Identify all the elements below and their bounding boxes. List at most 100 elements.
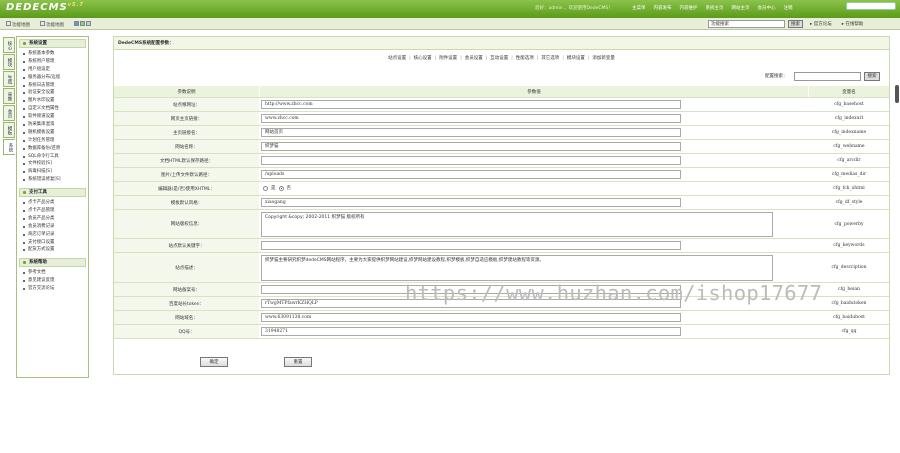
menu-item[interactable]: 软件频道设置 (17, 113, 88, 121)
top-right-box (846, 2, 896, 10)
param-label: 百度站长token： (114, 297, 259, 310)
config-textarea[interactable]: 织梦猫主要研究织梦dedeCMS网站程序，主要为大家提供织梦网站建设,织梦网站建… (261, 255, 773, 281)
function-search-button[interactable]: 搜索 (788, 20, 803, 28)
tab-collect[interactable]: 采集 (3, 88, 15, 104)
menu-group-pay[interactable]: 支付工具 (19, 188, 86, 198)
nav-maintain[interactable]: 内容维护 (680, 5, 698, 11)
nav-logout[interactable]: 注销 (784, 5, 793, 11)
function-search-input[interactable]: 功能搜索 (708, 20, 785, 28)
config-tab[interactable]: 核心设置 (414, 56, 432, 61)
config-search-button[interactable]: 搜索 (864, 72, 880, 81)
tab-system[interactable]: 系统 (3, 139, 15, 155)
radio-yes-label: 是 (271, 186, 276, 191)
config-input[interactable]: /uploads (261, 170, 681, 179)
config-input[interactable]: 织梦猫 (261, 142, 681, 151)
config-input[interactable]: rTwgMTPfawrKZHQLP (261, 299, 681, 308)
menu-item[interactable]: 病毒扫描[S] (17, 168, 88, 176)
tab-module[interactable]: 模块 (3, 54, 15, 70)
menu-item[interactable]: 系统基本参数 (17, 50, 88, 58)
menu-item[interactable]: 系统用户管理 (17, 58, 88, 66)
config-input[interactable] (261, 285, 681, 294)
menu-item[interactable]: 系统日志管理 (17, 82, 88, 90)
tab-core[interactable]: 核心 (3, 37, 15, 53)
menu-item[interactable]: 服务器分布/远程 (17, 74, 88, 82)
menu-item[interactable]: 配货方式设置 (17, 246, 88, 254)
menu-item[interactable]: 图片水印设置 (17, 97, 88, 105)
config-input[interactable] (261, 156, 681, 165)
var-name: cfg_keywords (833, 243, 865, 248)
config-input[interactable]: 网站首页 (261, 128, 681, 137)
nav-publish[interactable]: 内容发布 (654, 5, 672, 11)
menu-item[interactable]: 会员产品分类 (17, 215, 88, 223)
menu-item[interactable]: 计划任务管理 (17, 137, 88, 145)
color-swatches[interactable] (74, 21, 92, 28)
menu-item[interactable]: 防采集串混淆 (17, 121, 88, 129)
radio-yes[interactable] (263, 185, 268, 191)
var-name: cfg_indexurl (834, 116, 864, 121)
config-tab[interactable]: 会员设置 (465, 56, 483, 61)
config-input[interactable] (261, 241, 681, 250)
tab-template[interactable]: 模板 (3, 122, 15, 138)
menu-item[interactable]: 支付接口设置 (17, 239, 88, 247)
help-link[interactable]: ▸ 在线帮助 (842, 21, 864, 27)
config-input[interactable]: xiaogang (261, 198, 681, 207)
radio-no[interactable] (278, 185, 284, 191)
menu-group-help[interactable]: 系统帮助 (19, 258, 86, 268)
var-name: cfg_description (831, 265, 867, 270)
menu-item[interactable]: 官方交流论坛 (17, 285, 88, 293)
config-tab[interactable]: 添加新变量 (592, 56, 615, 61)
config-textarea[interactable]: Copyright &copy; 2002-2011 织梦猫 版权所有 (261, 212, 773, 237)
menu-item[interactable]: 数据库备份/还原 (17, 145, 88, 153)
menu-item[interactable]: 验证安全设置 (17, 89, 88, 97)
table-row: 网站名称： 织梦猫 cfg_webname (114, 140, 889, 154)
nav-main-menu[interactable]: 主菜单 (632, 5, 646, 11)
nav-member[interactable]: 会员中心 (758, 5, 776, 11)
nav-site-home[interactable]: 网站主页 (732, 5, 750, 11)
tab-generate[interactable]: 生成 (3, 71, 15, 87)
col-desc-header: 参数说明 (114, 86, 259, 97)
col-value-header: 参数值 (260, 86, 808, 97)
menu-item[interactable]: 自定义文档属性 (17, 105, 88, 113)
menu-item[interactable]: 点卡产品管理 (17, 207, 88, 215)
var-name: cfg_arcdir (837, 158, 861, 163)
param-label: 网页主页链接： (114, 112, 259, 125)
forum-link[interactable]: ▸ 官方论坛 (810, 21, 832, 27)
scrollbar[interactable] (895, 85, 899, 103)
tab-member[interactable]: 会员 (3, 105, 15, 121)
table-row: 网页主页链接： www.zhcc.com cfg_indexurl (114, 112, 889, 126)
sub-link-1[interactable]: 功能地图 (6, 21, 30, 28)
menu-item[interactable]: 会员消费记录 (17, 223, 88, 231)
var-name: cfg_webname (833, 144, 865, 149)
reset-button[interactable]: 重置 (284, 357, 312, 367)
menu-item[interactable]: 文件校验[S] (17, 160, 88, 168)
menu-item[interactable]: 意见建议反馈 (17, 277, 88, 285)
config-tab[interactable]: 其它选项 (541, 56, 559, 61)
left-tabs: 核心 模块 生成 采集 会员 模板 系统 (3, 37, 15, 156)
menu-group-system[interactable]: 系统设置 (19, 39, 86, 48)
menu-item[interactable]: 随机模板设置 (17, 129, 88, 137)
nav-system-home[interactable]: 系统主页 (706, 5, 724, 11)
sub-link-2[interactable]: 功能地图 (40, 21, 64, 28)
var-name: cfg_qq (841, 329, 857, 334)
config-tab[interactable]: 站点设置 (388, 56, 406, 61)
menu-item[interactable]: 点卡产品分类 (17, 199, 88, 207)
ok-button[interactable]: 确定 (200, 357, 228, 367)
dedecms-logo: DEDECMSv5.7 (6, 2, 84, 13)
table-row: 百度站长token： rTwgMTPfawrKZHQLP cfg_baidutoke… (114, 297, 889, 311)
config-tab[interactable]: 性能选项 (516, 56, 534, 61)
config-tab[interactable]: 互动设置 (490, 56, 508, 61)
menu-item[interactable]: 商店订单记录 (17, 231, 88, 239)
config-tab[interactable]: 模块设置 (567, 56, 585, 61)
config-input[interactable]: 31948271 (261, 327, 681, 336)
param-label: 编辑器(是/否)使用XHTML： (114, 182, 259, 195)
menu-item[interactable]: 用户组设定 (17, 66, 88, 74)
menu-item[interactable]: SQL命令行工具 (17, 153, 88, 161)
config-input[interactable]: http://www.zhcc.com (261, 100, 681, 109)
config-input[interactable]: www.63091138.com (261, 313, 681, 322)
menu-item[interactable]: 系统错误修复[S] (17, 176, 88, 184)
menu-item[interactable]: 参考文档 (17, 269, 88, 277)
config-search-input[interactable] (794, 72, 861, 81)
param-label: QQ号： (114, 325, 259, 338)
config-tab[interactable]: 附件设置 (439, 56, 457, 61)
config-input[interactable]: www.zhcc.com (261, 114, 681, 123)
